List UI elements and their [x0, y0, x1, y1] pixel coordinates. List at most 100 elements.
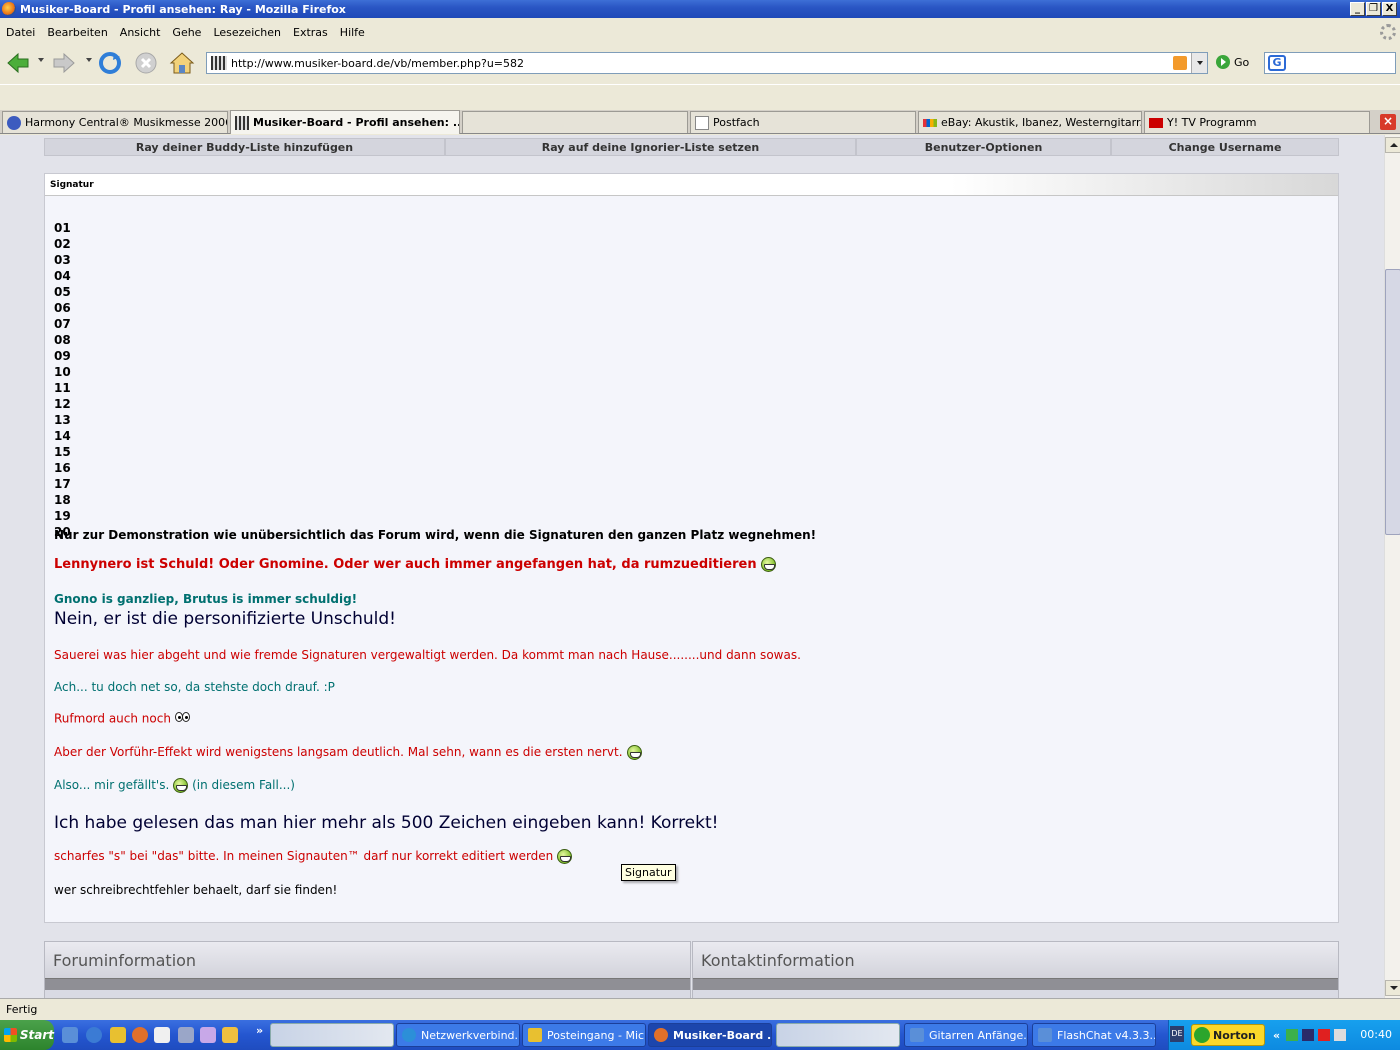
go-arrow-icon	[1216, 55, 1230, 69]
taskbar-item-netzwerk[interactable]: Netzwerkverbind...	[396, 1023, 520, 1047]
google-search-icon[interactable]: G	[1268, 55, 1286, 71]
home-button[interactable]	[168, 50, 196, 76]
url-text[interactable]: http://www.musiker-board.de/vb/member.ph…	[231, 57, 1173, 70]
quicklaunch-network-icon[interactable]	[178, 1027, 194, 1043]
quicklaunch-tool-icon[interactable]	[222, 1027, 238, 1043]
maximize-button[interactable]: ❐	[1366, 2, 1381, 16]
forward-button[interactable]	[50, 50, 78, 76]
change-username-link[interactable]: Change Username	[1111, 138, 1339, 156]
go-label: Go	[1234, 55, 1250, 69]
sig-text: Also... mir gefällt's.	[54, 778, 170, 792]
language-indicator[interactable]: DE	[1170, 1026, 1184, 1042]
stop-button[interactable]	[132, 50, 160, 76]
signature-body: 01 02 03 04 05 06 07 08 09 10 11 12 13 14 15 16 17 18 19 20	[45, 196, 1338, 540]
quicklaunch-app-icon[interactable]	[154, 1027, 170, 1043]
sig-text: Aber der Vorführ-Effekt wird wenigstens …	[54, 745, 623, 759]
quicklaunch-firefox-icon[interactable]	[132, 1027, 148, 1043]
taskbar-item-blurred[interactable]	[270, 1023, 394, 1047]
add-buddy-link[interactable]: Ray deiner Buddy-Liste hinzufügen	[44, 138, 445, 156]
taskbar-label: Gitarren Anfänge...	[929, 1028, 1028, 1042]
taskbar-label: Posteingang - Mic...	[547, 1028, 646, 1042]
menu-bearbeiten[interactable]: Bearbeiten	[41, 26, 113, 39]
taskbar-item-posteingang[interactable]: Posteingang - Mic...	[522, 1023, 646, 1047]
sig-line-unschuld: Nein, er ist die personifizierte Unschul…	[54, 609, 396, 629]
menu-datei[interactable]: Datei	[0, 26, 41, 39]
sig-number-line: 11	[54, 381, 71, 395]
network-icon	[402, 1028, 416, 1042]
norton-badge[interactable]: Norton	[1191, 1024, 1265, 1046]
go-button[interactable]: Go	[1216, 55, 1249, 69]
title-bar: Musiker-Board - Profil ansehen: Ray - Mo…	[0, 0, 1400, 18]
close-tab-icon[interactable]: ×	[1380, 114, 1396, 130]
quicklaunch-outlook-icon[interactable]	[110, 1027, 126, 1043]
quicklaunch-calendar-icon[interactable]	[200, 1027, 216, 1043]
tray-expand-icon[interactable]: «	[1273, 1029, 1280, 1042]
rss-feed-icon[interactable]	[1173, 56, 1187, 70]
quicklaunch-ie-icon[interactable]	[86, 1027, 102, 1043]
scroll-down-button[interactable]	[1385, 980, 1400, 996]
sig-line-ach: Ach... tu doch net so, da stehste doch d…	[54, 680, 335, 694]
menu-ansicht[interactable]: Ansicht	[114, 26, 167, 39]
menu-bar: Datei Bearbeiten Ansicht Gehe Lesezeiche…	[0, 22, 1400, 42]
tab-ebay[interactable]: eBay: Akustik, Ibanez, Westerngitarr...	[918, 111, 1142, 133]
sig-line-scharfes: scharfes "s" bei "das" bitte. In meinen …	[54, 849, 573, 864]
back-button[interactable]	[4, 50, 32, 76]
taskbar-item-blurred[interactable]	[776, 1023, 900, 1047]
tab-yahoo-tv[interactable]: Y! TV Programm	[1144, 111, 1370, 133]
yahoo-icon	[1149, 117, 1163, 128]
minimize-button[interactable]: _	[1350, 2, 1365, 16]
scroll-thumb[interactable]	[1385, 269, 1400, 535]
close-button[interactable]: X	[1382, 2, 1397, 16]
forward-dropdown-icon[interactable]	[86, 58, 92, 62]
sig-number-line: 06	[54, 301, 71, 315]
sig-line-rufmord: Rufmord auch noch	[54, 711, 191, 727]
sig-number-line: 15	[54, 445, 71, 459]
menu-hilfe[interactable]: Hilfe	[334, 26, 371, 39]
menu-gehe[interactable]: Gehe	[166, 26, 207, 39]
quicklaunch-chevron-icon[interactable]: »	[256, 1024, 263, 1037]
tooltip: Signatur	[621, 864, 676, 881]
taskbar-item-musiker-board[interactable]: Musiker-Board ...	[648, 1023, 772, 1047]
kontaktinformation-heading: Kontaktinformation	[693, 942, 1338, 978]
sig-number-line: 07	[54, 317, 71, 331]
tray-monitor-icon[interactable]	[1302, 1029, 1315, 1041]
grin-smiley-icon	[173, 778, 189, 793]
start-button[interactable]: Start	[0, 1020, 54, 1050]
signature-panel: Signatur 01 02 03 04 05 06 07 08 09 10 11 12 13 14 15 1…	[44, 173, 1339, 923]
chevron-down-icon	[1196, 61, 1203, 65]
home-icon	[169, 52, 195, 74]
scroll-up-button[interactable]	[1385, 137, 1400, 153]
taskbar-item-gitarren[interactable]: Gitarren Anfänge...	[904, 1023, 1028, 1047]
sig-line-vorfuehr: Aber der Vorführ-Effekt wird wenigstens …	[54, 745, 642, 760]
vertical-scrollbar[interactable]	[1384, 135, 1400, 998]
search-box[interactable]: G	[1264, 52, 1396, 74]
tab-musiker-board[interactable]: Musiker-Board - Profil ansehen: ...	[230, 110, 460, 134]
tray-volume-icon[interactable]	[1334, 1029, 1347, 1041]
url-dropdown-button[interactable]	[1191, 53, 1207, 73]
sig-text: scharfes "s" bei "das" bitte. In meinen …	[54, 849, 554, 863]
profile-options-bar: Ray deiner Buddy-Liste hinzufügen Ray au…	[44, 138, 1339, 156]
add-ignore-link[interactable]: Ray auf deine Ignorier-Liste setzen	[445, 138, 856, 156]
tab-empty[interactable]	[462, 111, 688, 133]
tray-network-icon[interactable]	[1286, 1029, 1299, 1041]
address-bar[interactable]: http://www.musiker-board.de/vb/member.ph…	[206, 52, 1208, 74]
tab-label: Harmony Central® Musikmesse 2006 ...	[25, 116, 228, 129]
sig-number-line: 04	[54, 269, 71, 283]
sig-number-line: 12	[54, 397, 71, 411]
tab-harmony-central[interactable]: Harmony Central® Musikmesse 2006 ...	[2, 111, 228, 133]
taskbar-item-flashchat[interactable]: FlashChat v4.3.3...	[1032, 1023, 1156, 1047]
tab-postfach[interactable]: Postfach	[690, 111, 916, 133]
reload-button[interactable]	[96, 50, 124, 76]
tray-security-icon[interactable]	[1318, 1029, 1331, 1041]
sig-number-line: 08	[54, 333, 71, 347]
back-dropdown-icon[interactable]	[38, 58, 44, 62]
stop-icon	[135, 52, 157, 74]
sig-number-line: 01	[54, 221, 71, 235]
throbber-icon	[1380, 24, 1396, 40]
menu-extras[interactable]: Extras	[287, 26, 334, 39]
quicklaunch-desktop-icon[interactable]	[62, 1027, 78, 1043]
user-options-link[interactable]: Benutzer-Optionen	[856, 138, 1111, 156]
tab-label: Musiker-Board - Profil ansehen: ...	[253, 116, 460, 129]
browser-icon	[1038, 1028, 1052, 1042]
menu-lesezeichen[interactable]: Lesezeichen	[207, 26, 287, 39]
